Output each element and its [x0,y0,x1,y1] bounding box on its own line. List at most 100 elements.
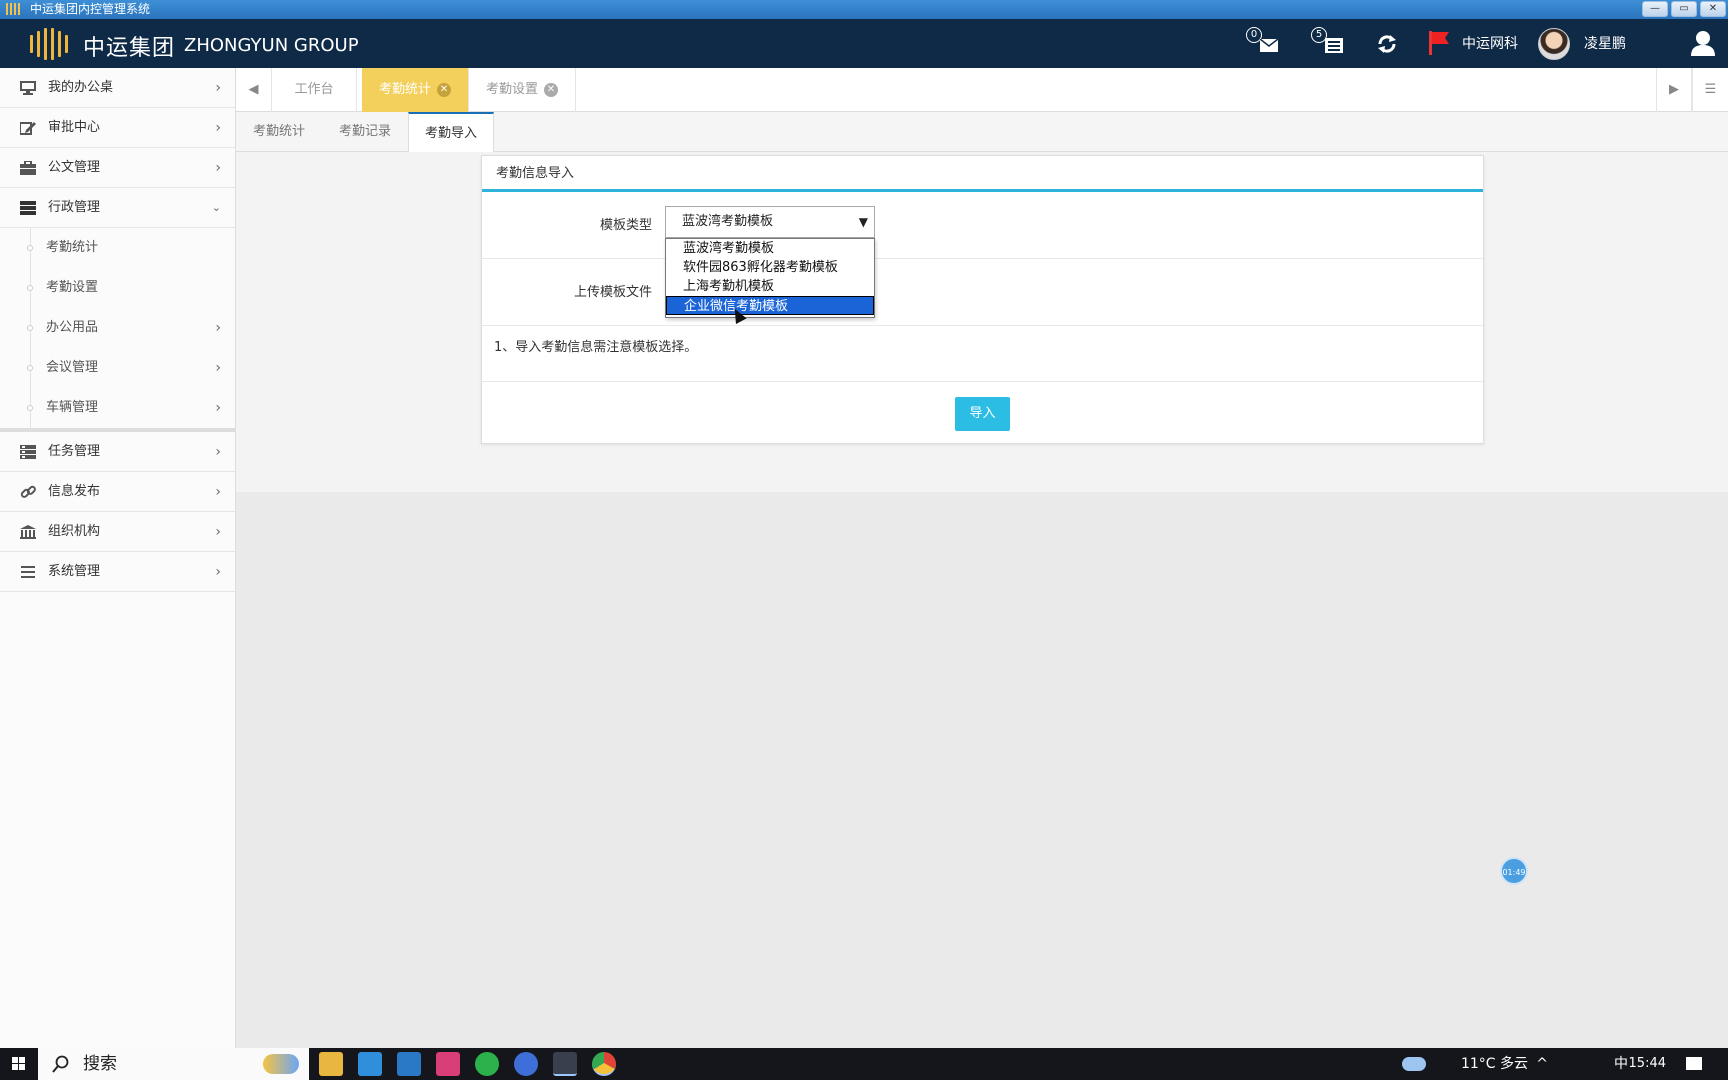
recording-timer[interactable]: 01:49 [1500,857,1528,885]
submenu-item-attendance-stats[interactable]: 考勤统计 [0,228,235,268]
admin-submenu: 考勤统计 考勤设置 办公用品 › 会议管理 › 车辆管理 › [0,228,235,432]
sidebar-item-system[interactable]: 系统管理 › [0,552,235,592]
upload-row: 上传模板文件 [482,259,1483,326]
browser-app-icon[interactable] [514,1052,538,1076]
tasks-button[interactable]: 5 [1311,27,1345,59]
messages-button[interactable]: 0 [1246,27,1280,59]
submenu-item-meetings[interactable]: 会议管理 › [0,348,235,388]
sidebar-item-documents[interactable]: 公文管理 › [0,148,235,188]
chrome-icon[interactable] [592,1052,616,1076]
subtab-attendance-import[interactable]: 考勤导入 [408,112,494,153]
clock[interactable]: 15:44 [1629,1048,1666,1080]
user-avatar[interactable] [1538,28,1570,60]
search-highlight-icon [263,1054,299,1074]
window-title: 中运集团内控管理系统 [30,2,151,16]
submenu-item-attendance-settings[interactable]: 考勤设置 [0,268,235,308]
link-icon [20,485,36,498]
chevron-right-icon: › [215,484,221,500]
edit-icon [20,122,36,135]
brand-name-cn: 中运集团 [83,36,176,61]
wechat-icon[interactable] [475,1052,499,1076]
zhongyun-app-icon[interactable] [553,1052,577,1076]
submenu-item-vehicles[interactable]: 车辆管理 › [0,388,235,428]
subtab-attendance-stats[interactable]: 考勤统计 [236,112,322,152]
task-list-icon [1325,38,1343,53]
menu-icon [21,566,35,578]
org-link[interactable]: 中运网科 [1462,33,1518,53]
tab-close-icon[interactable]: ✕ [437,82,451,97]
chevron-right-icon: › [215,564,221,580]
windows-start-icon[interactable] [0,1048,38,1080]
sidebar-item-desk[interactable]: 我的办公桌 › [0,68,235,108]
minimize-button[interactable]: — [1642,1,1668,17]
dropdown-option[interactable]: 软件园863孵化器考勤模板 [666,258,874,277]
sidebar-item-info[interactable]: 信息发布 › [0,472,235,512]
user-name[interactable]: 凌星鹏 [1584,33,1626,53]
tab-scroll-right-icon[interactable]: ▶ [1656,68,1692,112]
notification-icon[interactable] [1686,1057,1702,1070]
ime-indicator[interactable]: 中 [1614,1048,1628,1080]
sidebar-item-label: 任务管理 [48,444,101,459]
submenu-item-label: 考勤统计 [46,240,99,255]
brand-logo-icon [30,28,68,60]
chevron-right-icon: › [215,444,221,460]
tab-list-icon[interactable]: ☰ [1692,68,1728,112]
chevron-right-icon: › [215,360,221,376]
subtab-label: 考勤统计 [252,124,305,139]
app-header: 中运集团 ZHONGYUN GROUP 0 5 中运网科 凌星鹏 [0,19,1728,68]
sidebar-item-label: 信息发布 [48,484,101,499]
dropdown-option-highlighted[interactable]: 企业微信考勤模板 [666,296,874,315]
refresh-icon[interactable] [1376,33,1398,55]
store-icon[interactable] [358,1052,382,1076]
sidebar-item-label: 组织机构 [48,524,101,539]
search-icon [52,1055,69,1073]
submenu-item-label: 车辆管理 [46,400,99,415]
weather-icon [1402,1057,1426,1071]
page-tabbar: ◀ 工作台 考勤统计 ✕ 考勤设置 ✕ ▶ ☰ [236,68,1728,112]
subtab-attendance-records[interactable]: 考勤记录 [322,112,408,152]
dropdown-option[interactable]: 蓝波湾考勤模板 [666,239,874,258]
tab-label: 工作台 [294,82,334,97]
chevron-right-icon: › [215,400,221,416]
panel-title: 考勤信息导入 [482,156,1483,192]
chevron-up-icon[interactable]: ^ [1536,1048,1548,1080]
sidebar-item-admin[interactable]: 行政管理 ⌄ [0,188,235,228]
tab-attendance-stats[interactable]: 考勤统计 ✕ [362,68,469,112]
template-type-select[interactable]: 蓝波湾考勤模板 ▼ [665,206,875,238]
select-value: 蓝波湾考勤模板 [682,214,774,229]
sidebar-item-tasks[interactable]: 任务管理 › [0,432,235,472]
jetbrains-icon[interactable] [436,1052,460,1076]
chevron-right-icon: › [215,320,221,336]
import-button[interactable]: 导入 [955,397,1010,431]
sidebar-item-label: 公文管理 [48,160,101,175]
taskbar-search[interactable]: 搜索 [38,1048,309,1080]
submenu-item-label: 办公用品 [46,320,99,335]
maximize-button[interactable]: ▭ [1671,1,1697,17]
user-icon[interactable] [1690,30,1716,56]
sidebar-item-org[interactable]: 组织机构 › [0,512,235,552]
submenu-item-office-supplies[interactable]: 办公用品 › [0,308,235,348]
bank-icon [20,525,36,539]
close-button[interactable]: ✕ [1700,1,1726,17]
sidebar-item-label: 审批中心 [48,120,101,135]
tab-close-icon[interactable]: ✕ [544,82,558,97]
flag-icon[interactable] [1428,30,1450,56]
dropdown-option[interactable]: 上海考勤机模板 [666,277,874,296]
tab-label: 考勤统计 [378,82,431,97]
tasks-icon [20,445,36,459]
weather-text[interactable]: 11°C 多云 [1461,1048,1528,1080]
template-type-row: 模板类型 蓝波湾考勤模板 ▼ [482,192,1483,259]
sidebar-item-approval[interactable]: 审批中心 › [0,108,235,148]
mail-app-icon[interactable] [397,1052,421,1076]
tab-attendance-settings[interactable]: 考勤设置 ✕ [469,68,576,112]
bullet-icon [27,245,33,251]
chevron-right-icon: › [215,524,221,540]
sidebar-item-label: 行政管理 [48,200,101,215]
tab-workbench[interactable]: 工作台 [272,68,357,112]
file-explorer-icon[interactable] [319,1052,343,1076]
desktop-icon [20,81,36,95]
chevron-down-icon: ⌄ [211,201,221,214]
tab-scroll-left-icon[interactable]: ◀ [236,68,272,112]
sub-tabbar: 考勤统计 考勤记录 考勤导入 [236,112,1728,153]
search-placeholder: 搜索 [83,1054,117,1074]
